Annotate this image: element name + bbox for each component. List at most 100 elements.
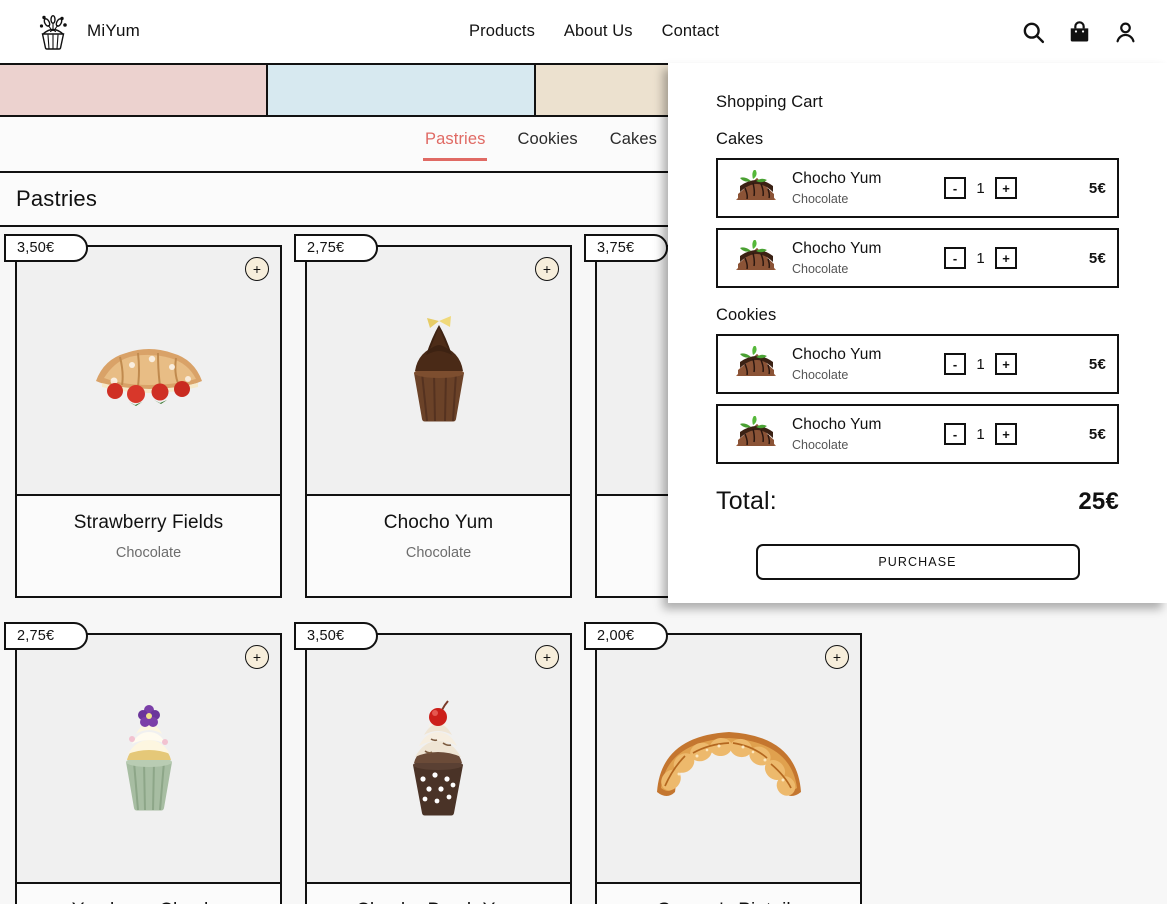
nav-link-contact[interactable]: Contact	[662, 22, 720, 41]
decrease-quantity-button[interactable]: -	[944, 353, 966, 375]
product-name: Chocho Bomb Yum	[356, 900, 521, 904]
product-info: Chocho Yum Chocolate	[307, 496, 570, 596]
product-price: 3,50€	[4, 234, 88, 262]
page-title: Pastries	[16, 186, 98, 211]
cart-item-category: Chocolate	[792, 438, 849, 452]
increase-quantity-button[interactable]: +	[995, 177, 1017, 199]
cart-total-row: Total: 25€	[716, 487, 1119, 516]
tab-cookies[interactable]: Cookies	[515, 130, 579, 161]
cart-item-price: 5€	[1088, 425, 1106, 443]
product-card[interactable]: 2,00€ +	[584, 622, 862, 904]
product-card[interactable]: 2,75€ +	[4, 622, 282, 904]
quantity-value: 1	[976, 249, 985, 267]
increase-quantity-button[interactable]: +	[995, 247, 1017, 269]
banner-panel-blue[interactable]	[266, 65, 534, 115]
quantity-stepper: - 1 +	[944, 353, 1017, 375]
product-category: Chocolate	[115, 545, 182, 561]
brand-name: MiYum	[87, 21, 140, 40]
product-name: Strawberry Fields	[73, 512, 224, 533]
quantity-stepper: - 1 +	[944, 177, 1017, 199]
banner-panel-pink[interactable]	[0, 65, 266, 115]
flower-cupcake-image	[17, 635, 280, 884]
product-price: 2,75€	[4, 622, 88, 650]
braided-bread-image	[597, 635, 860, 884]
product-info: Strawberry Fields Chocolate	[17, 496, 280, 596]
increase-quantity-button[interactable]: +	[995, 423, 1017, 445]
shopping-cart-panel: Shopping Cart Cakes Chocho Yum Chocolate	[668, 63, 1167, 603]
cart-item-name: Chocho Yum	[792, 170, 882, 187]
product-card[interactable]: 3,50€ +	[4, 234, 282, 598]
shopping-bag-icon[interactable]	[1065, 18, 1093, 46]
add-to-cart-button[interactable]: +	[245, 257, 269, 281]
product-category: Chocolate	[405, 545, 472, 561]
brand-logo-link[interactable]: MiYum	[30, 8, 140, 54]
product-price: 3,50€	[294, 622, 378, 650]
search-icon[interactable]	[1019, 18, 1047, 46]
decrease-quantity-button[interactable]: -	[944, 177, 966, 199]
tab-pastries[interactable]: Pastries	[423, 130, 488, 161]
add-to-cart-button[interactable]: +	[825, 645, 849, 669]
product-price: 2,75€	[294, 234, 378, 262]
product-card[interactable]: 2,75€ + Chocho Yum Chocolate	[294, 234, 572, 598]
chocolate-cake-slice-image	[730, 169, 782, 207]
product-info: Granny's Pigtails	[597, 884, 860, 904]
cupcake-logo-icon	[30, 8, 76, 54]
cart-item[interactable]: Chocho Yum Chocolate - 1 + 5€	[716, 334, 1119, 394]
cart-item-info: Chocho Yum Chocolate	[792, 416, 944, 452]
increase-quantity-button[interactable]: +	[995, 353, 1017, 375]
cart-item-name: Chocho Yum	[792, 240, 882, 257]
cart-item-info: Chocho Yum Chocolate	[792, 346, 944, 382]
purchase-button[interactable]: PURCHASE	[755, 544, 1080, 580]
product-price: 2,00€	[584, 622, 668, 650]
product-name: Chocho Yum	[383, 512, 494, 533]
cart-item-info: Chocho Yum Chocolate	[792, 240, 944, 276]
site-header: MiYum Products About Us Contact	[0, 0, 1167, 63]
cart-item-category: Chocolate	[792, 192, 849, 206]
chocolate-cake-slice-image	[730, 415, 782, 453]
cart-item-category: Chocolate	[792, 368, 849, 382]
header-icon-group	[1019, 18, 1139, 46]
user-account-icon[interactable]	[1111, 18, 1139, 46]
cherry-cupcake-image	[307, 635, 570, 884]
cart-group-label-cakes: Cakes	[716, 130, 764, 148]
cart-item-info: Chocho Yum Chocolate	[792, 170, 944, 206]
cart-group-label-cookies: Cookies	[716, 306, 777, 324]
cart-item[interactable]: Chocho Yum Chocolate - 1 + 5€	[716, 404, 1119, 464]
add-to-cart-button[interactable]: +	[535, 645, 559, 669]
product-price: 3,75€	[584, 234, 668, 262]
chocolate-cake-slice-image	[730, 239, 782, 277]
tab-cakes[interactable]: Cakes	[608, 130, 659, 161]
cart-item-price: 5€	[1088, 355, 1106, 373]
decrease-quantity-button[interactable]: -	[944, 247, 966, 269]
cart-total-value: 25€	[1078, 488, 1119, 515]
quantity-value: 1	[976, 179, 985, 197]
chocolate-cake-slice-image	[730, 345, 782, 383]
cart-item[interactable]: Chocho Yum Chocolate - 1 + 5€	[716, 158, 1119, 218]
cart-item-price: 5€	[1088, 249, 1106, 267]
main-navigation: Products About Us Contact	[469, 22, 719, 41]
quantity-value: 1	[976, 425, 985, 443]
page-root: MiYum Products About Us Contact Pastries…	[0, 0, 1167, 904]
quantity-value: 1	[976, 355, 985, 373]
quantity-stepper: - 1 +	[944, 247, 1017, 269]
product-info: Chocho Bomb Yum	[307, 884, 570, 904]
cart-item-category: Chocolate	[792, 262, 849, 276]
cart-item[interactable]: Chocho Yum Chocolate - 1 + 5€	[716, 228, 1119, 288]
product-info: Yumberry Chocho	[17, 884, 280, 904]
cart-total-label: Total:	[716, 487, 777, 515]
cart-item-name: Chocho Yum	[792, 346, 882, 363]
cart-title: Shopping Cart	[716, 93, 823, 111]
chocolate-cupcake-image	[307, 247, 570, 496]
nav-link-products[interactable]: Products	[469, 22, 535, 41]
cart-item-price: 5€	[1088, 179, 1106, 197]
decrease-quantity-button[interactable]: -	[944, 423, 966, 445]
quantity-stepper: - 1 +	[944, 423, 1017, 445]
product-name: Yumberry Chocho	[72, 900, 226, 904]
nav-link-about-us[interactable]: About Us	[564, 22, 633, 41]
product-name: Granny's Pigtails	[657, 900, 801, 904]
strawberry-croissant-image	[17, 247, 280, 496]
cart-item-name: Chocho Yum	[792, 416, 882, 433]
add-to-cart-button[interactable]: +	[535, 257, 559, 281]
product-card[interactable]: 3,50€ +	[294, 622, 572, 904]
add-to-cart-button[interactable]: +	[245, 645, 269, 669]
